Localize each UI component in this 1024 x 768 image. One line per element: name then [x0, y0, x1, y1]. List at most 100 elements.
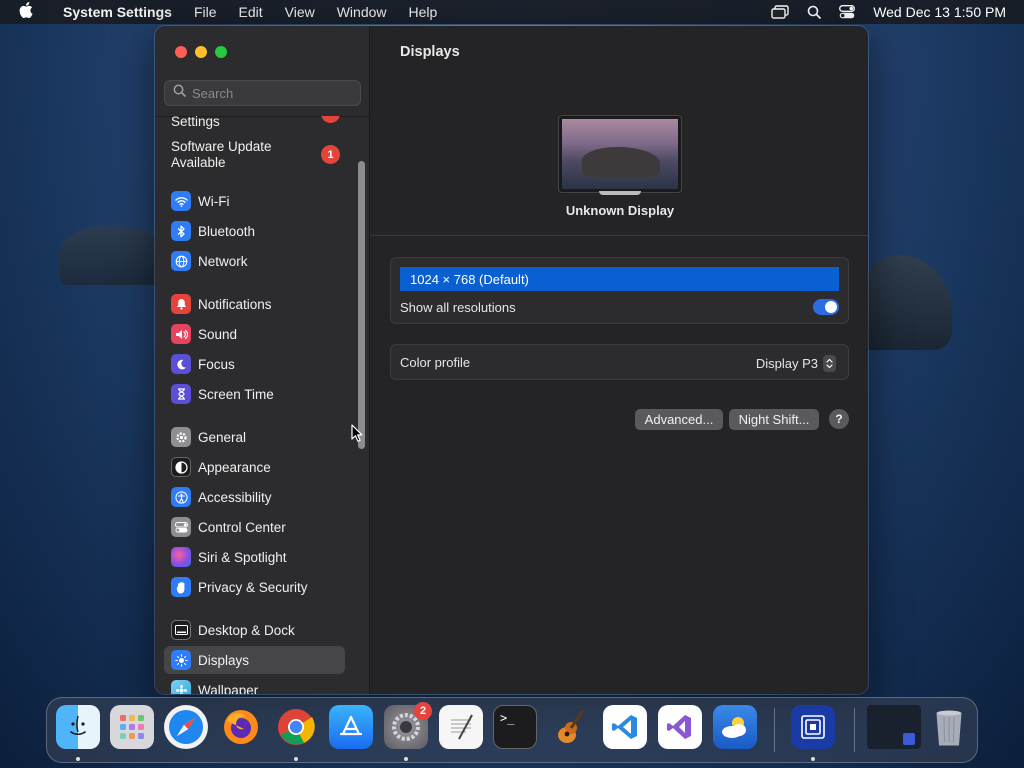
chrome-icon[interactable]: [274, 705, 318, 749]
sidebar: Settings Software Update Available 1 Wi-…: [155, 26, 370, 694]
advanced-button[interactable]: Advanced...: [635, 409, 723, 430]
sidebar-item-accessibility[interactable]: Accessibility: [164, 483, 345, 511]
terminal-icon[interactable]: >_: [493, 705, 537, 749]
sidebar-scrollbar[interactable]: [358, 161, 365, 449]
menubar-clock[interactable]: Wed Dec 13 1:50 PM: [873, 4, 1006, 20]
sidebar-item-label: Wallpaper: [198, 682, 259, 695]
apple-menu-icon[interactable]: [0, 2, 52, 22]
window-controls: [175, 46, 227, 58]
sidebar-scrollbar-thumb[interactable]: [358, 161, 365, 449]
finder-icon[interactable]: [56, 705, 100, 749]
hand-icon: [171, 577, 191, 597]
dock-separator: [774, 708, 775, 752]
screen-mirroring-icon[interactable]: [771, 5, 789, 19]
desktop-island-right: [862, 255, 952, 350]
sidebar-item-wifi[interactable]: Wi-Fi: [164, 187, 345, 215]
display-stand: [599, 191, 641, 195]
toggle-knob: [825, 301, 837, 313]
sidebar-item-label: Screen Time: [198, 386, 274, 402]
sidebar-item-notifications[interactable]: Notifications: [164, 290, 345, 318]
sidebar-item-label: Bluetooth: [198, 223, 256, 239]
weather-icon[interactable]: [713, 705, 757, 749]
search-field[interactable]: [164, 80, 361, 106]
sidebar-item-displays[interactable]: Displays: [164, 646, 345, 674]
color-profile-panel: Color profile Display P3: [390, 344, 849, 380]
minimize-window-button[interactable]: [195, 46, 207, 58]
show-all-resolutions-toggle[interactable]: [813, 299, 839, 315]
firefox-icon[interactable]: [219, 705, 263, 749]
displays-pane: Displays Unknown Display 1024 × 768 (Def…: [370, 26, 868, 694]
sun-icon: [171, 650, 191, 670]
menu-help[interactable]: Help: [398, 4, 449, 20]
minimized-window-thumbnail[interactable]: [867, 705, 921, 749]
safari-icon[interactable]: [164, 705, 208, 749]
trash-icon[interactable]: [927, 705, 971, 749]
menu-file[interactable]: File: [183, 4, 228, 20]
help-button[interactable]: ?: [829, 409, 849, 429]
menu-view[interactable]: View: [274, 4, 326, 20]
resolution-option-selected[interactable]: 1024 × 768 (Default): [400, 267, 839, 291]
page-title: Displays: [400, 44, 460, 60]
color-profile-label: Color profile: [400, 355, 471, 370]
wallpaper-icon: [171, 680, 191, 694]
sidebar-item-label: Accessibility: [198, 489, 272, 505]
software-update-badge: 1: [321, 145, 340, 164]
sidebar-item-general[interactable]: General: [164, 423, 345, 451]
launchpad-icon[interactable]: [110, 705, 154, 749]
sidebar-item-label: Desktop & Dock: [198, 622, 295, 638]
hourglass-icon: [171, 384, 191, 404]
sidebar-item-settings-partial[interactable]: Settings: [171, 116, 220, 130]
sidebar-item-sound[interactable]: Sound: [164, 320, 345, 348]
menu-window[interactable]: Window: [326, 4, 398, 20]
menu-app-name[interactable]: System Settings: [52, 4, 183, 20]
vscode-icon[interactable]: [603, 705, 647, 749]
sidebar-item-label: General: [198, 429, 247, 445]
wifi-icon: [171, 191, 191, 211]
textedit-icon[interactable]: [439, 705, 483, 749]
bell-icon: [171, 294, 191, 314]
close-window-button[interactable]: [175, 46, 187, 58]
sidebar-item-software-update[interactable]: Software Update Available: [171, 139, 272, 171]
zoom-window-button[interactable]: [215, 46, 227, 58]
sidebar-item-appearance[interactable]: Appearance: [164, 453, 345, 481]
system-settings-running-dot: [404, 757, 408, 761]
display-thumbnail[interactable]: [559, 116, 681, 192]
spotlight-search-icon[interactable]: [807, 5, 822, 19]
display-name: Unknown Display: [565, 203, 675, 218]
software-update-line1: Software Update: [171, 139, 272, 154]
visual-studio-icon[interactable]: [658, 705, 702, 749]
sidebar-item-desktop-dock[interactable]: Desktop & Dock: [164, 616, 345, 644]
color-profile-value: Display P3: [755, 356, 818, 371]
menu-edit[interactable]: Edit: [228, 4, 274, 20]
sidebar-item-label: Appearance: [198, 459, 271, 475]
display-wallpaper-island: [582, 147, 660, 177]
screen-app-icon[interactable]: [791, 705, 835, 749]
sidebar-item-label: Displays: [198, 652, 250, 668]
accessibility-icon: [171, 487, 191, 507]
night-shift-button[interactable]: Night Shift...: [729, 409, 819, 430]
dock: 2 >_: [46, 697, 978, 763]
control-center-icon[interactable]: [839, 5, 856, 19]
gear-icon: [171, 427, 191, 447]
sidebar-item-label: Sound: [198, 326, 238, 342]
sidebar-item-control-center[interactable]: Control Center: [164, 513, 345, 541]
minimized-app-badge-icon: [903, 733, 915, 745]
sidebar-list: Settings Software Update Available 1 Wi-…: [155, 116, 355, 694]
sidebar-item-network[interactable]: Network: [164, 247, 345, 275]
sidebar-item-bluetooth[interactable]: Bluetooth: [164, 217, 345, 245]
sidebar-item-privacy-security[interactable]: Privacy & Security: [164, 573, 345, 601]
menu-bar: System Settings File Edit View Window He…: [0, 0, 1024, 24]
resolution-panel: 1024 × 768 (Default) Show all resolution…: [390, 257, 849, 324]
sidebar-item-focus[interactable]: Focus: [164, 350, 345, 378]
chevron-up-down-icon: [823, 355, 836, 372]
system-settings-badge: 2: [414, 702, 432, 720]
sidebar-item-label: Focus: [198, 356, 235, 372]
sidebar-item-wallpaper[interactable]: Wallpaper: [164, 676, 345, 694]
color-profile-popup[interactable]: Display P3: [756, 355, 836, 372]
app-store-icon[interactable]: [329, 705, 373, 749]
sidebar-item-screen-time[interactable]: Screen Time: [164, 380, 345, 408]
screen-app-running-dot: [811, 757, 815, 761]
search-input[interactable]: [192, 85, 352, 101]
sidebar-item-siri-spotlight[interactable]: Siri & Spotlight: [164, 543, 345, 571]
garageband-icon[interactable]: [548, 705, 592, 749]
